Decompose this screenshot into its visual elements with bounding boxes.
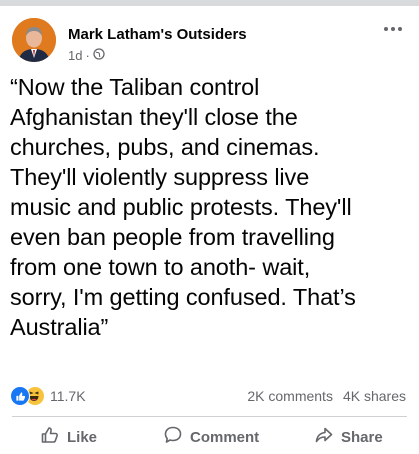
post-text-line: Australia” (10, 314, 109, 340)
post-text-line: music and public protests. They'll (10, 194, 352, 220)
meta-separator: · (85, 48, 90, 63)
more-dots-icon (384, 27, 388, 31)
comment-label: Comment (190, 428, 260, 446)
post-text-line: even ban people from travelling (10, 224, 335, 250)
reaction-count: 11.7K (50, 388, 86, 404)
divider (12, 416, 407, 417)
post-text-line: “Now the Taliban control (10, 74, 260, 100)
more-options-button[interactable] (379, 18, 407, 40)
share-button[interactable]: Share (314, 420, 383, 454)
avatar[interactable] (12, 18, 56, 62)
reactions-summary[interactable]: 11.7K (10, 386, 86, 406)
like-button[interactable]: Like (40, 420, 97, 454)
post-text-line: They'll violently suppress live (10, 164, 310, 190)
share-arrow-icon (314, 425, 334, 449)
comment-button[interactable]: Comment (163, 420, 259, 454)
comments-count[interactable]: 2K comments (247, 388, 333, 404)
action-bar: Like Comment Share (0, 420, 419, 454)
post-text: “Now the Taliban control Afghanistan the… (10, 72, 412, 342)
engagement-counts: 2K comments 4K shares (247, 388, 406, 404)
post-meta: 1d · (68, 48, 105, 63)
like-reaction-icon (10, 386, 30, 406)
post-card: Mark Latham's Outsiders 1d · “Now the Ta… (0, 6, 419, 450)
post-text-line: sorry, I'm getting confused. That’s (10, 284, 356, 310)
shares-count[interactable]: 4K shares (343, 388, 406, 404)
share-label: Share (341, 428, 383, 446)
post-text-line: Afghanistan they'll close the (10, 104, 298, 130)
page-name[interactable]: Mark Latham's Outsiders (68, 26, 247, 43)
globe-icon (93, 48, 105, 63)
post-header: Mark Latham's Outsiders 1d · (12, 18, 407, 66)
post-time[interactable]: 1d (68, 48, 82, 63)
thumbs-up-icon (40, 425, 60, 449)
post-stats: 11.7K 2K comments 4K shares (10, 384, 408, 408)
comment-bubble-icon (163, 425, 183, 449)
like-label: Like (67, 428, 98, 446)
post-text-line: churches, pubs, and cinemas. (10, 134, 320, 160)
post-text-line: from one town to anoth- wait, (10, 254, 311, 280)
